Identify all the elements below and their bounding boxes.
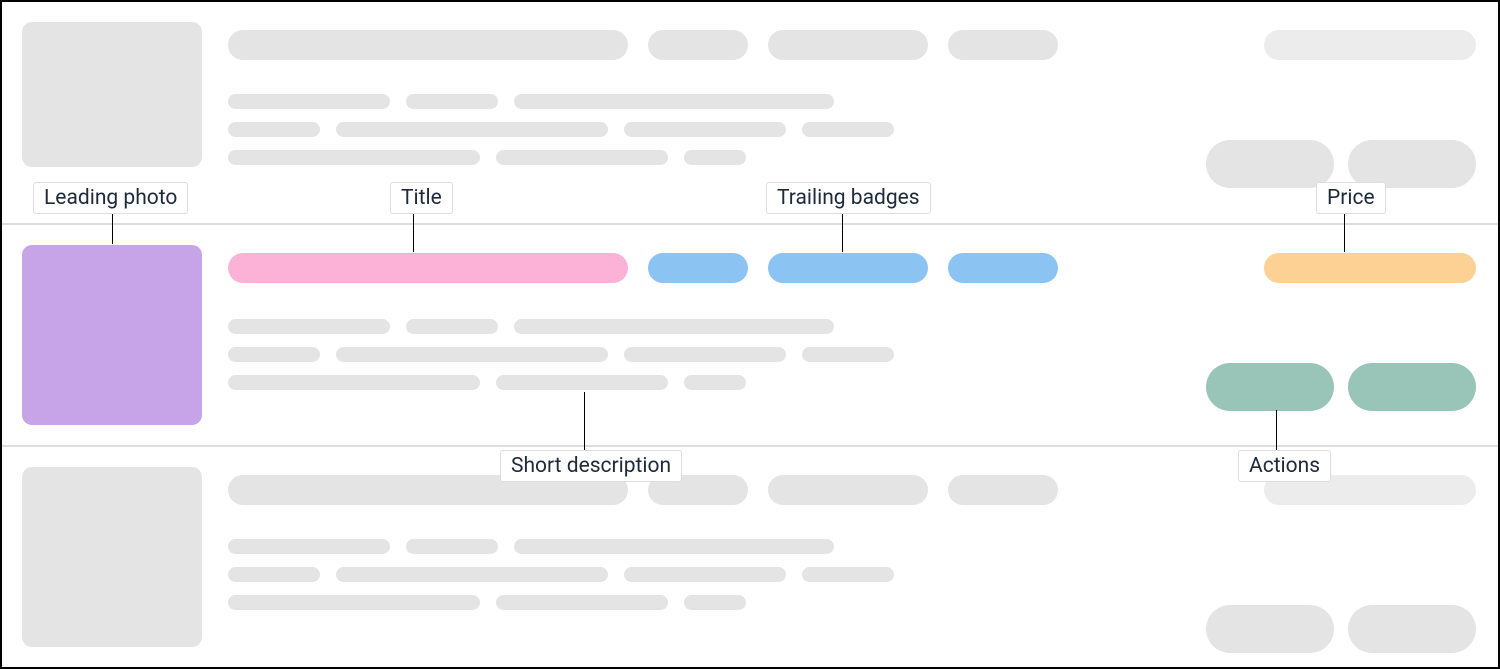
annotation-leading-photo: Leading photo <box>33 182 188 214</box>
desc-line <box>228 122 320 137</box>
annotation-title: Title <box>390 182 453 214</box>
desc-line <box>228 567 320 582</box>
annotation-short-description: Short description <box>500 450 682 482</box>
leader-line <box>584 392 585 450</box>
list-item-row-1 <box>2 2 1498 224</box>
leading-photo-placeholder <box>22 22 202 167</box>
trailing-badge <box>648 253 748 283</box>
desc-line <box>496 595 668 610</box>
desc-line <box>496 375 668 390</box>
desc-line <box>336 122 608 137</box>
desc-line <box>406 94 498 109</box>
desc-line <box>228 539 390 554</box>
trailing-badge <box>948 253 1058 283</box>
desc-line <box>514 94 834 109</box>
leader-line <box>413 212 414 252</box>
desc-line <box>624 122 786 137</box>
annotation-trailing-badges: Trailing badges <box>766 182 931 214</box>
desc-line <box>514 539 834 554</box>
desc-line <box>802 122 894 137</box>
desc-line <box>228 150 480 165</box>
title-placeholder <box>228 30 628 60</box>
leader-line <box>112 212 113 244</box>
desc-line <box>684 595 746 610</box>
desc-line <box>624 567 786 582</box>
desc-line <box>228 347 320 362</box>
leader-line <box>1344 212 1345 252</box>
action-button[interactable] <box>1206 363 1334 411</box>
desc-line <box>802 567 894 582</box>
desc-line <box>336 347 608 362</box>
desc-line <box>406 319 498 334</box>
leader-line <box>842 212 843 252</box>
leading-photo-placeholder <box>22 467 202 647</box>
trailing-badge <box>768 253 928 283</box>
desc-line <box>496 150 668 165</box>
desc-line <box>336 567 608 582</box>
desc-line <box>514 319 834 334</box>
desc-line <box>684 150 746 165</box>
price-placeholder <box>1264 30 1476 60</box>
badge-placeholder <box>648 30 748 60</box>
diagram-frame: Leading photo Title Trailing badges Pric… <box>0 0 1500 669</box>
badge-placeholder <box>948 475 1058 505</box>
action-button-placeholder[interactable] <box>1348 605 1476 653</box>
desc-line <box>684 375 746 390</box>
desc-line <box>802 347 894 362</box>
annotation-actions: Actions <box>1238 450 1331 482</box>
desc-line <box>228 319 390 334</box>
desc-line <box>228 595 480 610</box>
badge-placeholder <box>948 30 1058 60</box>
title <box>228 253 628 283</box>
badge-placeholder <box>768 30 928 60</box>
badge-placeholder <box>768 475 928 505</box>
desc-line <box>406 539 498 554</box>
leading-photo <box>22 245 202 425</box>
list-item-row-2 <box>2 224 1498 446</box>
action-button-placeholder[interactable] <box>1206 140 1334 188</box>
leader-line <box>1276 410 1277 450</box>
action-button-placeholder[interactable] <box>1206 605 1334 653</box>
action-button[interactable] <box>1348 363 1476 411</box>
desc-line <box>228 94 390 109</box>
desc-line <box>624 347 786 362</box>
price <box>1264 253 1476 283</box>
action-button-placeholder[interactable] <box>1348 140 1476 188</box>
desc-line <box>228 375 480 390</box>
annotation-price: Price <box>1316 182 1386 214</box>
